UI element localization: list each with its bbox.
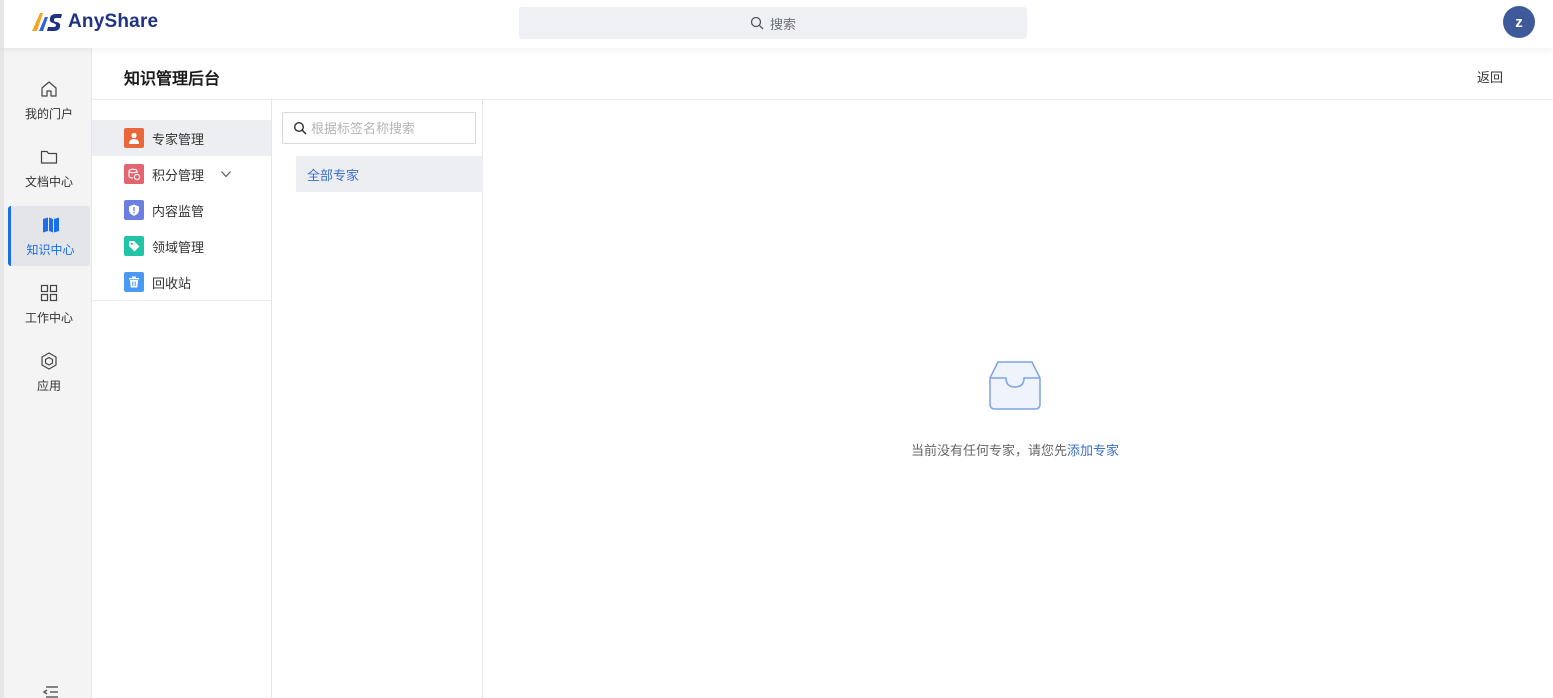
- submenu-label: 专家管理: [152, 131, 205, 147]
- empty-message: 当前没有任何专家，请您先添加专家: [483, 440, 1547, 459]
- submenu-label: 回收站: [152, 275, 192, 291]
- expert-list-area: 当前没有任何专家，请您先添加专家: [483, 100, 1553, 698]
- anyshare-logo-icon: [32, 13, 62, 31]
- submenu-label: 内容监管: [152, 203, 205, 219]
- tag-column: 全部专家: [272, 100, 483, 698]
- search-icon: [750, 16, 764, 30]
- grid-icon: [40, 284, 58, 301]
- nav-item-portal[interactable]: 我的门户: [8, 70, 90, 130]
- collapse-menu-icon[interactable]: [40, 684, 60, 698]
- tag-item-all-experts[interactable]: 全部专家: [296, 156, 483, 192]
- submenu-item-experts[interactable]: 专家管理: [92, 120, 271, 156]
- map-icon: [42, 217, 59, 232]
- empty-inbox-icon: [949, 361, 1081, 436]
- nav-label: 知识中心: [26, 242, 75, 257]
- expert-icon: [124, 128, 144, 148]
- add-expert-link[interactable]: 添加专家: [1067, 443, 1119, 458]
- nav-label: 应用: [36, 378, 61, 393]
- user-avatar[interactable]: z: [1503, 6, 1535, 38]
- submenu-label: 积分管理: [152, 167, 205, 183]
- page-title: 知识管理后台: [124, 71, 221, 88]
- nav-label: 文档中心: [24, 174, 73, 189]
- nav-label: 工作中心: [24, 310, 73, 325]
- app-logo[interactable]: AnyShare: [30, 10, 158, 34]
- top-bar: AnyShare 搜索 z: [0, 0, 1553, 48]
- page-header: 知识管理后台 返回: [92, 48, 1553, 100]
- hexagon-icon: [41, 351, 57, 370]
- chevron-down-icon[interactable]: [220, 168, 232, 180]
- back-link[interactable]: 返回: [1477, 67, 1503, 86]
- nav-label: 我的门户: [24, 106, 73, 121]
- folder-icon: [40, 150, 58, 164]
- submenu-label: 领域管理: [152, 239, 205, 255]
- points-icon: [124, 164, 144, 184]
- trash-icon: [124, 272, 144, 292]
- shield-icon: [124, 200, 144, 220]
- submenu-item-recycle-bin[interactable]: 回收站: [92, 264, 271, 300]
- submenu-item-domains[interactable]: 领域管理: [92, 228, 271, 264]
- logo-text: AnyShare: [68, 11, 159, 32]
- nav-item-documents[interactable]: 文档中心: [8, 138, 90, 198]
- nav-item-work[interactable]: 工作中心: [8, 274, 90, 334]
- home-icon: [41, 80, 57, 97]
- search-icon: [293, 121, 307, 135]
- nav-item-knowledge[interactable]: 知识中心: [8, 206, 90, 266]
- left-nav: 我的门户 文档中心 知识中心 工作中心 应用: [0, 48, 92, 698]
- tag-icon: [124, 236, 144, 256]
- submenu-divider: [92, 300, 271, 301]
- empty-message-text: 当前没有任何专家，请您先: [910, 443, 1067, 458]
- tag-search-input[interactable]: [311, 120, 471, 136]
- nav-item-apps[interactable]: 应用: [8, 342, 90, 402]
- tag-search-box[interactable]: [282, 112, 476, 144]
- admin-submenu: 专家管理 积分管理 内容监管 领域管理 回收站: [92, 100, 272, 698]
- global-search-placeholder: 搜索: [769, 16, 796, 32]
- global-search[interactable]: 搜索: [519, 7, 1027, 39]
- submenu-item-moderation[interactable]: 内容监管: [92, 192, 271, 228]
- submenu-item-points[interactable]: 积分管理: [92, 156, 271, 192]
